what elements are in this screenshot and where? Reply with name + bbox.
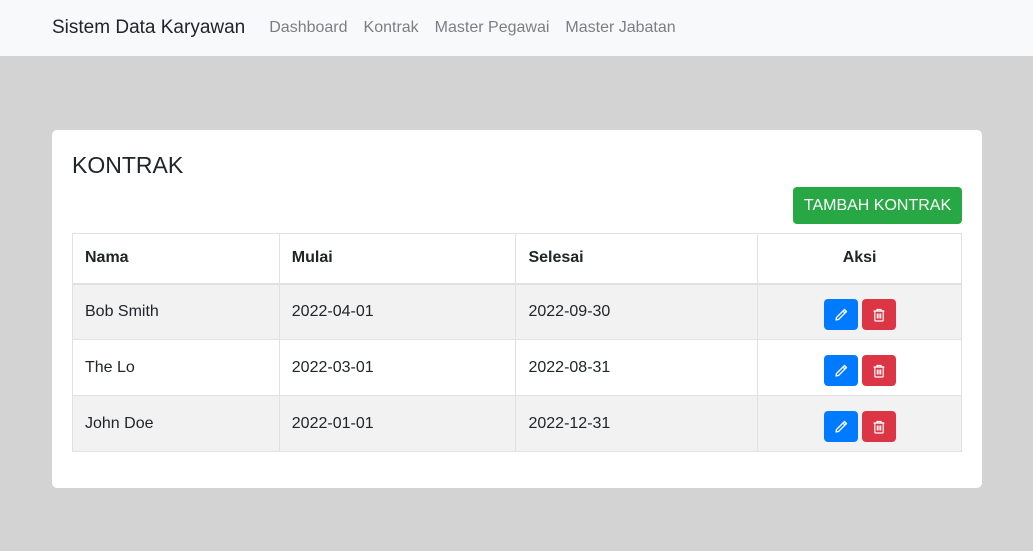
kontrak-card: KONTRAK TAMBAH KONTRAK Nama Mulai Selesa…: [52, 130, 982, 488]
cell-mulai: 2022-01-01: [278, 395, 517, 452]
top-navbar: Sistem Data Karyawan Dashboard Kontrak M…: [0, 0, 1033, 56]
table-row: John Doe 2022-01-01 2022-12-31: [72, 395, 962, 452]
navbar-brand[interactable]: Sistem Data Karyawan: [52, 17, 245, 39]
column-header-selesai: Selesai: [515, 233, 759, 285]
nav-link-master-jabatan[interactable]: Master Jabatan: [565, 19, 675, 37]
nav-link-master-pegawai[interactable]: Master Pegawai: [435, 19, 550, 37]
cell-nama: Bob Smith: [72, 283, 280, 340]
table-header-row: Nama Mulai Selesai Aksi: [72, 233, 962, 285]
cell-mulai: 2022-04-01: [278, 283, 517, 340]
add-kontrak-button[interactable]: TAMBAH KONTRAK: [793, 187, 962, 224]
kontrak-table: Nama Mulai Selesai Aksi Bob Smith 2022-04…: [72, 233, 962, 452]
edit-button[interactable]: [823, 355, 858, 386]
table-row: The Lo 2022-03-01 2022-08-31: [72, 339, 962, 396]
delete-button[interactable]: [861, 411, 896, 442]
nav-link-dashboard[interactable]: Dashboard: [269, 19, 347, 37]
cell-aksi: [757, 283, 962, 340]
delete-button[interactable]: [861, 299, 896, 331]
page-title: KONTRAK: [72, 152, 184, 178]
cell-aksi: [757, 395, 962, 452]
cell-mulai: 2022-03-01: [278, 339, 517, 396]
cell-aksi: [757, 339, 962, 396]
table-body: Bob Smith 2022-04-01 2022-09-30 The Lo 2022-…: [72, 283, 962, 452]
delete-button[interactable]: [861, 355, 896, 386]
trash-icon: [871, 419, 887, 435]
nav-link-kontrak[interactable]: Kontrak: [364, 19, 419, 37]
cell-selesai: 2022-12-31: [515, 395, 759, 452]
edit-button[interactable]: [823, 299, 858, 331]
edit-button[interactable]: [823, 411, 858, 442]
cell-selesai: 2022-08-31: [515, 339, 759, 396]
column-header-mulai: Mulai: [278, 233, 517, 285]
cell-selesai: 2022-09-30: [515, 283, 759, 340]
trash-icon: [871, 307, 887, 323]
pencil-icon: [833, 363, 849, 379]
pencil-icon: [833, 419, 849, 435]
column-header-aksi: Aksi: [757, 233, 962, 285]
pencil-icon: [833, 307, 849, 323]
trash-icon: [871, 363, 887, 379]
cell-nama: The Lo: [72, 339, 280, 396]
column-header-nama: Nama: [72, 233, 280, 285]
table-row: Bob Smith 2022-04-01 2022-09-30: [72, 283, 962, 340]
cell-nama: John Doe: [72, 395, 280, 452]
